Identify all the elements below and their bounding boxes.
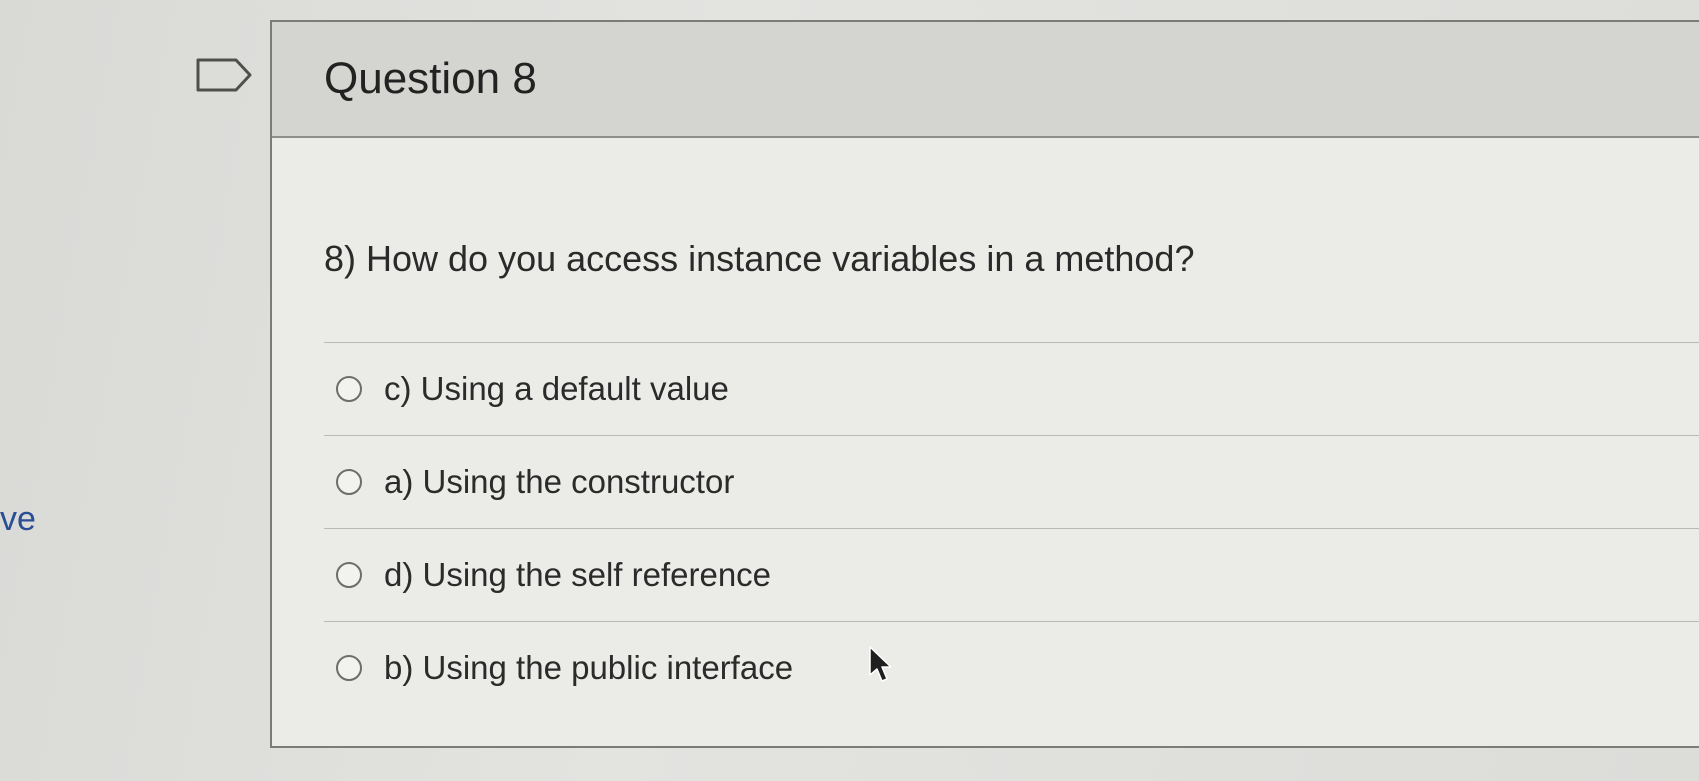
answer-label: d) Using the self reference	[384, 556, 772, 593]
question-title: Question 8	[324, 54, 537, 103]
radio-button[interactable]	[336, 376, 362, 402]
answer-option-c[interactable]: c) Using a default value	[324, 342, 1699, 435]
question-card: Question 8 8) How do you access instance…	[270, 20, 1699, 748]
flag-question-icon[interactable]	[196, 58, 252, 92]
answer-label: b) Using the public interface	[384, 649, 794, 686]
answer-label: c) Using a default value	[384, 370, 729, 407]
answer-option-a[interactable]: a) Using the constructor	[324, 435, 1699, 528]
answer-option-b[interactable]: b) Using the public interface	[324, 621, 1699, 714]
question-prompt: 8) How do you access instance variables …	[324, 238, 1195, 279]
answer-list: c) Using a default value a) Using the co…	[324, 342, 1699, 714]
answer-option-d[interactable]: d) Using the self reference	[324, 528, 1699, 621]
question-body: 8) How do you access instance variables …	[272, 138, 1699, 746]
radio-button[interactable]	[336, 562, 362, 588]
partial-side-label: ve	[0, 500, 36, 538]
radio-button[interactable]	[336, 469, 362, 495]
radio-button[interactable]	[336, 655, 362, 681]
mouse-pointer-icon	[869, 646, 892, 682]
question-header: Question 8	[272, 22, 1699, 138]
answer-label: a) Using the constructor	[384, 463, 735, 500]
